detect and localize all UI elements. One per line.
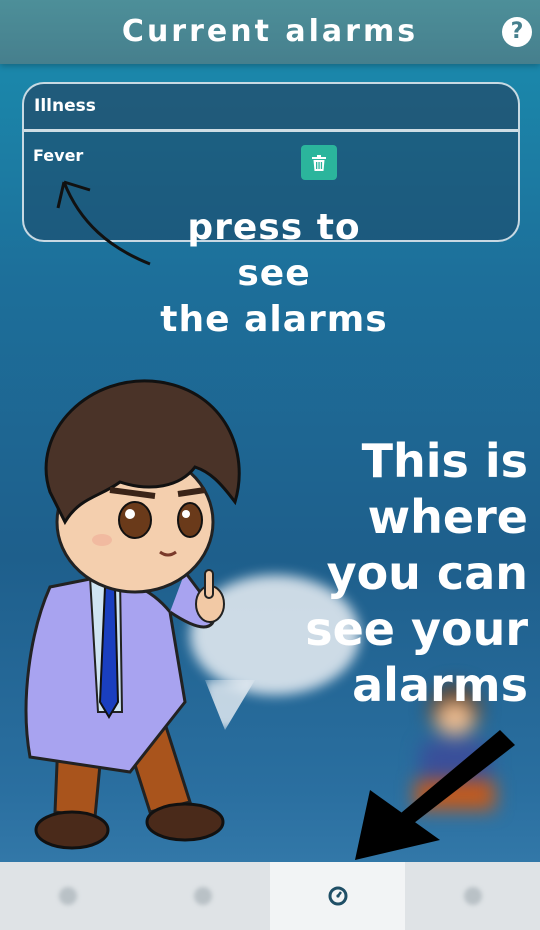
delete-alarm-button[interactable] — [301, 145, 337, 180]
page-title: Current alarms — [121, 14, 419, 49]
hint-line: press to see — [187, 207, 361, 294]
tutorial-caption: This is where you can see your alarms — [228, 433, 528, 713]
bottom-navigation — [0, 862, 540, 930]
caption-line: see your — [305, 602, 528, 656]
hint-line: the alarms — [160, 299, 388, 340]
caption-line: alarms — [352, 658, 528, 712]
caption-line: you can — [326, 546, 528, 600]
alarm-name[interactable]: Fever — [33, 146, 83, 165]
nav-settings[interactable] — [405, 862, 540, 930]
trash-icon — [312, 154, 326, 171]
help-icon[interactable]: ? — [502, 17, 532, 47]
hint-arrow-icon — [56, 180, 151, 266]
nav-home[interactable] — [0, 862, 135, 930]
alarm-clock-icon — [328, 886, 347, 906]
caption-line: where — [367, 490, 528, 544]
caption-line: This is — [361, 434, 528, 488]
tutorial-hint: press to see the alarms — [150, 205, 398, 343]
settings-icon — [463, 887, 482, 905]
calendar-icon — [193, 887, 212, 905]
home-icon — [58, 887, 77, 905]
nav-alarms[interactable] — [270, 862, 405, 930]
app-header: Current alarms ? — [0, 0, 540, 64]
pointer-arrow-icon — [355, 730, 515, 860]
illness-section-header[interactable]: Illness — [24, 84, 518, 132]
nav-calendar[interactable] — [135, 862, 270, 930]
